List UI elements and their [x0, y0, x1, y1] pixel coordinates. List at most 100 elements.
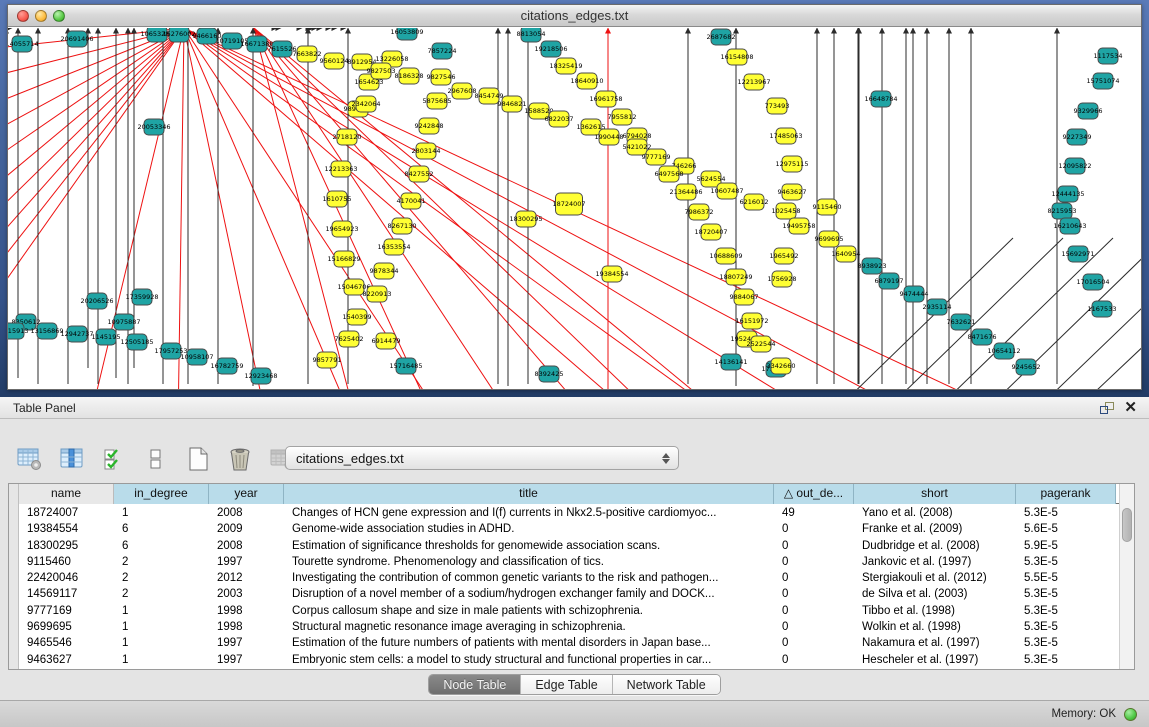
table-row[interactable]: 946362711997Embryonic stem cells: a mode… — [19, 652, 1119, 668]
table-cell[interactable]: Stergiakouli et al. (2012) — [854, 570, 1016, 586]
graph-node[interactable]: 18300295 — [509, 211, 542, 227]
table-cell[interactable]: 1997 — [209, 635, 284, 651]
graph-node[interactable]: 21364486 — [669, 184, 702, 200]
graph-node[interactable]: 17016504 — [1076, 274, 1109, 290]
graph-edge[interactable] — [184, 28, 358, 389]
graph-node[interactable]: 1167533 — [1088, 301, 1117, 317]
tab-edge-table[interactable]: Edge Table — [521, 675, 612, 694]
table-cell[interactable]: 0 — [774, 603, 854, 619]
graph-node[interactable]: 9227349 — [1063, 129, 1092, 145]
graph-node[interactable]: 5875685 — [423, 93, 452, 109]
delete-trash-icon[interactable] — [226, 445, 254, 473]
table-cell[interactable]: 0 — [774, 570, 854, 586]
graph-node[interactable]: 1117534 — [1094, 48, 1123, 64]
graph-node[interactable]: 20053346 — [137, 119, 170, 135]
table-selector-dropdown[interactable]: citations_edges.txt — [285, 446, 679, 470]
graph-node[interactable]: 19384554 — [595, 266, 628, 282]
network-view[interactable]: 1405571420691406106532871527600294661601… — [8, 28, 1141, 389]
memory-status-icon[interactable] — [1124, 708, 1137, 721]
table-cell[interactable]: 0 — [774, 635, 854, 651]
graph-node[interactable]: 8471676 — [968, 329, 997, 345]
table-cell[interactable]: 2 — [114, 586, 209, 602]
graph-node[interactable]: 10654112 — [987, 343, 1020, 359]
graph-node[interactable]: 16154808 — [720, 49, 753, 65]
graph-node[interactable]: 9827546 — [427, 69, 456, 85]
table-cell[interactable]: 9465546 — [19, 635, 114, 651]
graph-node[interactable]: 12213967 — [737, 74, 770, 90]
table-settings-icon[interactable] — [16, 445, 44, 473]
table-cell[interactable]: 9777169 — [19, 603, 114, 619]
table-cell[interactable]: 1 — [114, 619, 209, 635]
table-cell[interactable]: Nakamura et al. (1997) — [854, 635, 1016, 651]
column-header-pagerank[interactable]: pagerank — [1016, 484, 1116, 504]
graph-edge[interactable] — [254, 28, 738, 389]
table-cell[interactable]: Yano et al. (2008) — [854, 505, 1016, 521]
table-cell[interactable]: 9699695 — [19, 619, 114, 635]
table-cell[interactable]: 5.3E-5 — [1016, 586, 1116, 602]
graph-edge[interactable] — [184, 28, 738, 389]
graph-node[interactable]: 16210643 — [1053, 218, 1086, 234]
table-row[interactable]: 1872400712008Changes of HCN gene express… — [19, 505, 1119, 521]
graph-node[interactable]: 2967608 — [448, 83, 477, 99]
graph-node[interactable]: 12505185 — [120, 334, 153, 350]
table-cell[interactable]: 0 — [774, 554, 854, 570]
graph-node[interactable]: 9242848 — [415, 118, 444, 134]
graph-node[interactable]: 18807249 — [719, 269, 752, 285]
graph-node[interactable]: 12923468 — [244, 368, 277, 384]
column-header-year[interactable]: year — [209, 484, 284, 504]
graph-edge[interactable] — [8, 28, 184, 170]
table-cell[interactable]: 5.3E-5 — [1016, 554, 1116, 570]
table-cell[interactable]: Dudbridge et al. (2008) — [854, 538, 1016, 554]
table-cell[interactable]: 6 — [114, 521, 209, 537]
column-header-short[interactable]: short — [854, 484, 1016, 504]
table-cell[interactable]: Wolkin et al. (1998) — [854, 619, 1016, 635]
graph-edge[interactable] — [178, 28, 184, 389]
table-cell[interactable]: 9463627 — [19, 652, 114, 668]
graph-node[interactable]: 9329966 — [1074, 103, 1103, 119]
graph-node[interactable]: 12975115 — [775, 156, 808, 172]
graph-edge[interactable] — [184, 28, 1038, 389]
table-cell[interactable]: 22420046 — [19, 570, 114, 586]
table-cell[interactable]: Tourette syndrome. Phenomenology and cla… — [284, 554, 774, 570]
graph-node[interactable]: 14055714 — [8, 36, 39, 52]
vertical-scrollbar[interactable] — [1119, 484, 1134, 669]
table-cell[interactable]: 2008 — [209, 505, 284, 521]
graph-node[interactable]: 10688609 — [709, 248, 742, 264]
table-row[interactable]: 1456911722003Disruption of a novel membe… — [19, 586, 1119, 602]
graph-node[interactable]: 7663822 — [293, 46, 322, 62]
graph-node[interactable]: 12095822 — [1058, 158, 1091, 174]
graph-node[interactable]: 9699695 — [815, 231, 844, 247]
graph-node[interactable]: 7625402 — [335, 331, 364, 347]
show-columns-icon[interactable] — [58, 445, 86, 473]
graph-node[interactable]: 2687682 — [707, 29, 736, 45]
graph-node[interactable]: 9474444 — [900, 286, 929, 302]
table-row[interactable]: 2242004622012Investigating the contribut… — [19, 570, 1119, 586]
graph-node[interactable]: 4170041 — [397, 193, 426, 209]
table-cell[interactable]: 0 — [774, 586, 854, 602]
graph-node[interactable]: 20691406 — [60, 31, 93, 47]
graph-node[interactable]: 1756928 — [768, 271, 797, 287]
table-row[interactable]: 911546021997Tourette syndrome. Phenomeno… — [19, 554, 1119, 570]
graph-node[interactable]: 2803144 — [412, 143, 441, 159]
graph-node[interactable]: 7955812 — [608, 109, 637, 125]
graph-node[interactable]: 16053809 — [390, 28, 423, 40]
graph-node[interactable]: 17485063 — [769, 128, 802, 144]
column-header-title[interactable]: title — [284, 484, 774, 504]
graph-node[interactable]: 9857791 — [313, 352, 342, 368]
table-row[interactable]: 1830029562008Estimation of significance … — [19, 538, 1119, 554]
new-table-icon[interactable] — [184, 445, 212, 473]
table-cell[interactable]: 0 — [774, 619, 854, 635]
table-row[interactable]: 969969511998Structural magnetic resonanc… — [19, 619, 1119, 635]
graph-node[interactable]: 7986372 — [685, 204, 714, 220]
table-cell[interactable]: Tibbo et al. (1998) — [854, 603, 1016, 619]
column-header-in_degree[interactable]: in_degree — [114, 484, 209, 504]
table-row[interactable]: 977716911998Corpus callosum shape and si… — [19, 603, 1119, 619]
table-row[interactable]: 946554611997Estimation of the future num… — [19, 635, 1119, 651]
graph-node[interactable]: 12213363 — [324, 161, 357, 177]
table-cell[interactable]: Changes of HCN gene expression and I(f) … — [284, 505, 774, 521]
graph-node[interactable]: 1025458 — [772, 203, 801, 219]
table-cell[interactable]: 2009 — [209, 521, 284, 537]
table-cell[interactable]: 1 — [114, 603, 209, 619]
graph-node[interactable]: 6914479 — [372, 333, 401, 349]
graph-node[interactable]: 8392425 — [535, 366, 564, 382]
